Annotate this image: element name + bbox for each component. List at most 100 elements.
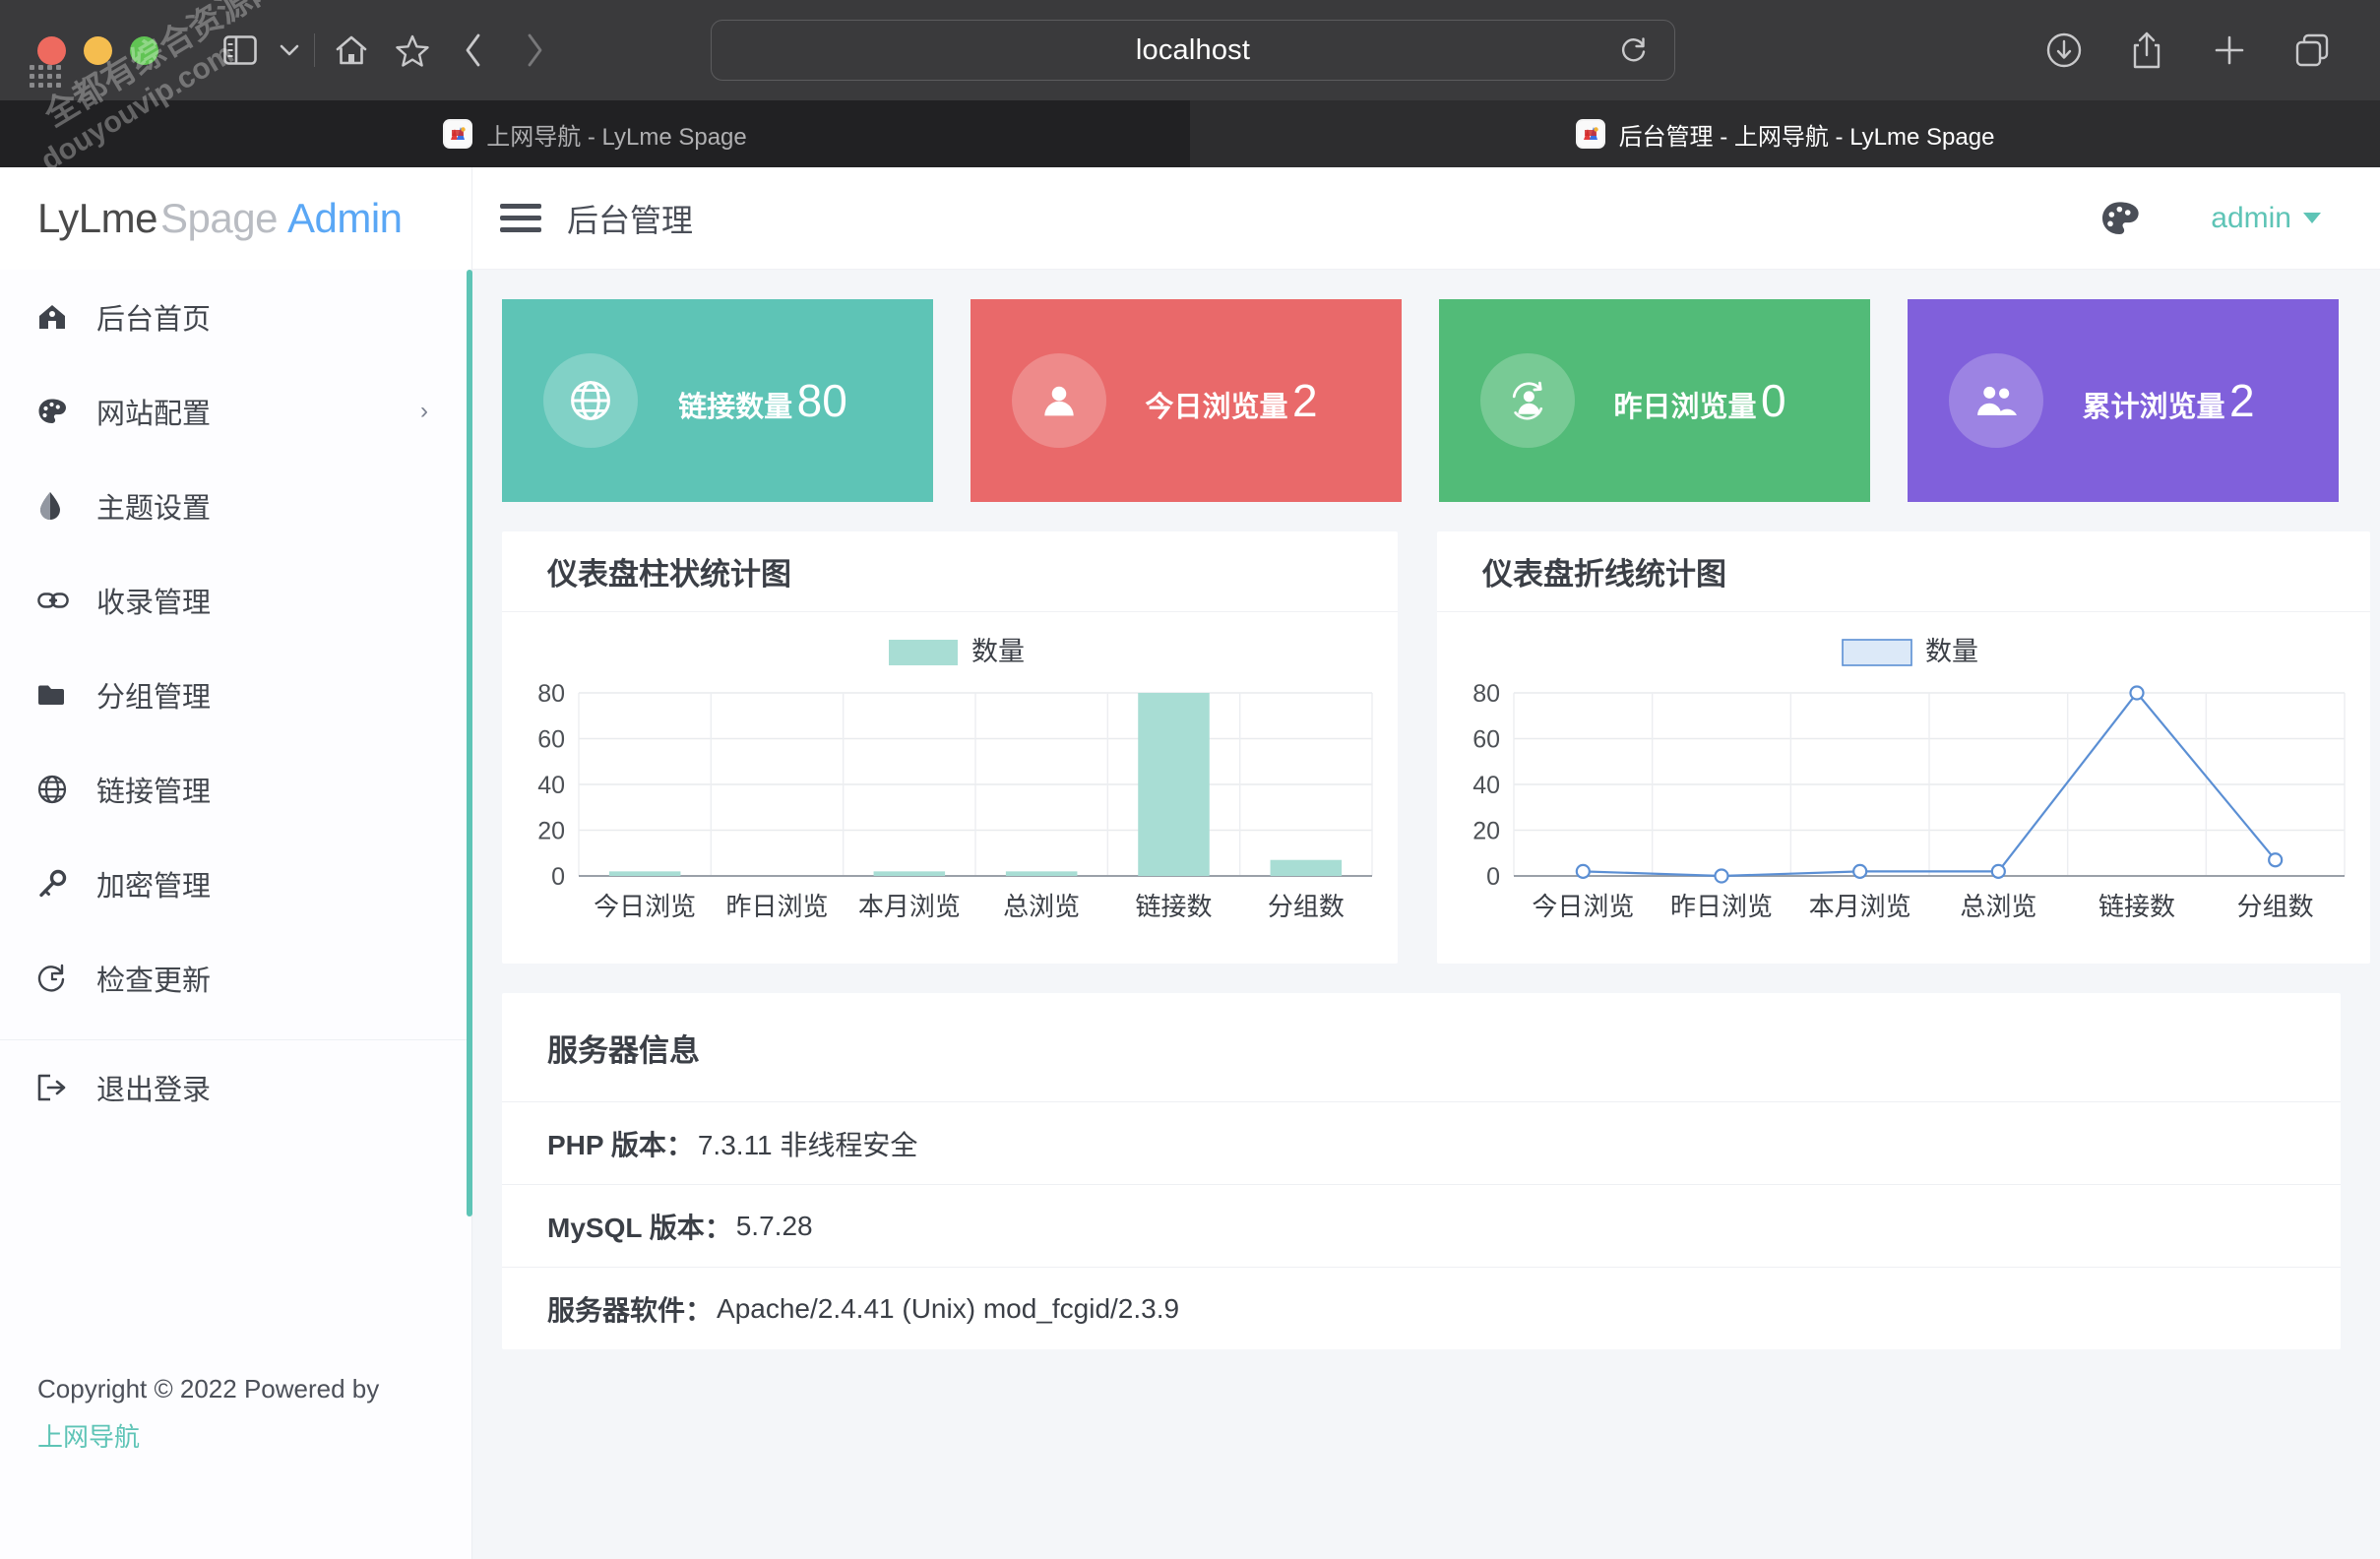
- sidebar-item-encryption[interactable]: 加密管理: [0, 837, 471, 931]
- sidebar-item-logout[interactable]: 退出登录: [0, 1039, 471, 1134]
- svg-text:本月浏览: 本月浏览: [858, 892, 961, 921]
- stat-card-yesterday-views[interactable]: 昨日浏览量 0: [1439, 299, 1870, 502]
- svg-text:20: 20: [537, 818, 565, 845]
- line-chart-svg[interactable]: 数量020406080今日浏览昨日浏览本月浏览总浏览链接数分组数: [1437, 624, 2370, 939]
- stat-card-title: 昨日浏览量: [1613, 392, 1756, 423]
- server-info-label: 服务器软件：: [547, 1289, 713, 1329]
- svg-text:总浏览: 总浏览: [1960, 892, 2036, 921]
- svg-text:今日浏览: 今日浏览: [594, 892, 696, 921]
- svg-text:本月浏览: 本月浏览: [1809, 892, 1911, 921]
- site-favicon-icon: [1576, 119, 1605, 149]
- line-chart-panel: 仪表盘折线统计图 数量020406080今日浏览昨日浏览本月浏览总浏览链接数分组…: [1437, 531, 2370, 964]
- key-icon: [37, 869, 91, 899]
- address-bar-text: localhost: [1136, 34, 1250, 67]
- sidebar-item-label: 后台首页: [96, 296, 211, 338]
- browser-tab-2-title: 后台管理 - 上网导航 - LyLme Spage: [1619, 117, 1995, 152]
- stat-card-value: 0: [1761, 375, 1786, 426]
- minimize-window-button[interactable]: [84, 36, 112, 65]
- svg-text:数量: 数量: [1925, 637, 1978, 666]
- sidebar-footer: Copyright © 2022 Powered by 上网导航: [0, 1369, 472, 1457]
- refresh-clock-icon: [37, 964, 91, 993]
- sidebar-item-site-config[interactable]: 网站配置 ›: [0, 364, 471, 459]
- stat-card-value: 2: [1292, 375, 1318, 426]
- stat-card-today-views[interactable]: 今日浏览量 2: [971, 299, 1402, 502]
- main-area: 后台管理 admin: [472, 167, 2380, 1559]
- stat-card-links[interactable]: 链接数量 80: [502, 299, 933, 502]
- window-controls[interactable]: [37, 36, 158, 65]
- browser-tab-2[interactable]: 后台管理 - 上网导航 - LyLme Spage: [1190, 100, 2380, 167]
- server-info-label: MySQL 版本：: [547, 1207, 732, 1246]
- svg-text:60: 60: [1472, 726, 1500, 754]
- reload-icon[interactable]: [1619, 35, 1649, 65]
- line-chart-body: 数量020406080今日浏览昨日浏览本月浏览总浏览链接数分组数: [1437, 612, 2370, 964]
- server-info-value: 5.7.28: [736, 1211, 813, 1242]
- svg-text:60: 60: [537, 726, 565, 754]
- sidebar-item-dashboard[interactable]: 后台首页: [0, 270, 471, 364]
- sidebar-item-label: 网站配置: [96, 391, 211, 432]
- logo-part-admin: Admin: [287, 195, 403, 242]
- svg-text:总浏览: 总浏览: [1003, 892, 1080, 921]
- sidebar-item-link-management[interactable]: 链接管理: [0, 742, 471, 837]
- app-logo[interactable]: LyLme Spage Admin: [0, 167, 471, 270]
- bar-chart-body: 数量020406080今日浏览昨日浏览本月浏览总浏览链接数分组数: [502, 612, 1398, 964]
- stat-card-total-views[interactable]: 累计浏览量 2: [1908, 299, 2339, 502]
- chart-panel-row: 仪表盘柱状统计图 数量020406080今日浏览昨日浏览本月浏览总浏览链接数分组…: [502, 531, 2339, 964]
- browser-toolbar: localhost: [0, 0, 2380, 100]
- chevron-down-icon[interactable]: [271, 20, 308, 81]
- svg-text:昨日浏览: 昨日浏览: [725, 892, 828, 921]
- share-icon[interactable]: [2124, 28, 2169, 73]
- server-info-row: MySQL 版本： 5.7.28: [502, 1184, 2341, 1267]
- browser-window: localhost: [0, 0, 2380, 1559]
- svg-text:数量: 数量: [971, 637, 1025, 666]
- svg-text:分组数: 分组数: [1268, 892, 1345, 921]
- sidebar-item-group-management[interactable]: 分组管理: [0, 648, 471, 742]
- tab-overview-icon[interactable]: [2289, 28, 2335, 73]
- user-refresh-icon: [1480, 353, 1575, 448]
- address-bar-container[interactable]: localhost: [711, 20, 1675, 81]
- top-bar: 后台管理 admin: [472, 167, 2380, 270]
- sidebar-item-label: 检查更新: [96, 958, 211, 999]
- sidebar-item-label: 收录管理: [96, 580, 211, 621]
- svg-text:今日浏览: 今日浏览: [1532, 892, 1634, 921]
- palette-icon[interactable]: [2100, 200, 2140, 237]
- svg-text:分组数: 分组数: [2237, 892, 2314, 921]
- maximize-window-button[interactable]: [130, 36, 158, 65]
- window-grid-dots-icon: [30, 65, 61, 88]
- site-favicon-icon: [443, 119, 472, 149]
- bar-chart-panel: 仪表盘柱状统计图 数量020406080今日浏览昨日浏览本月浏览总浏览链接数分组…: [502, 531, 1398, 964]
- footer-site-link[interactable]: 上网导航: [37, 1417, 472, 1457]
- line-chart-title: 仪表盘折线统计图: [1437, 531, 2370, 612]
- home-icon: [37, 303, 91, 331]
- stat-card-value: 80: [797, 375, 847, 426]
- star-icon[interactable]: [382, 20, 443, 81]
- forward-icon[interactable]: [504, 20, 565, 81]
- palette-icon: [37, 398, 91, 425]
- link-icon: [37, 590, 91, 611]
- caret-down-icon: [2303, 213, 2321, 223]
- svg-text:链接数: 链接数: [1135, 892, 1212, 921]
- stat-card-title: 链接数量: [678, 392, 792, 423]
- browser-tab-1[interactable]: 上网导航 - LyLme Spage: [0, 100, 1190, 167]
- logo-part-spage: Spage: [160, 195, 278, 242]
- sidebar-item-theme-settings[interactable]: 主题设置: [0, 459, 471, 553]
- server-info-value: Apache/2.4.41 (Unix) mod_fcgid/2.3.9: [717, 1293, 1179, 1325]
- page-content: LyLme Spage Admin 后台首页 网站配置 ›: [0, 167, 2380, 1559]
- close-window-button[interactable]: [37, 36, 66, 65]
- back-icon[interactable]: [443, 20, 504, 81]
- bar-chart-svg[interactable]: 数量020406080今日浏览昨日浏览本月浏览总浏览链接数分组数: [502, 624, 1398, 939]
- sidebar-item-check-update[interactable]: 检查更新: [0, 931, 471, 1026]
- server-info-label: PHP 版本：: [547, 1124, 694, 1163]
- contrast-droplet-icon: [37, 491, 91, 521]
- downloads-icon[interactable]: [2041, 28, 2087, 73]
- sidebar-item-inclusion[interactable]: 收录管理: [0, 553, 471, 648]
- sidebar-icon[interactable]: [210, 20, 271, 81]
- hamburger-icon[interactable]: [500, 204, 541, 232]
- server-info-panel: 服务器信息 PHP 版本： 7.3.11 非线程安全 MySQL 版本： 5.7…: [502, 993, 2341, 1349]
- new-tab-icon[interactable]: [2207, 28, 2252, 73]
- svg-text:20: 20: [1472, 818, 1500, 845]
- user-menu[interactable]: admin: [2211, 202, 2321, 235]
- home-icon[interactable]: [321, 20, 382, 81]
- dashboard-content: 链接数量 80 今日浏览量 2: [472, 270, 2380, 1349]
- svg-text:40: 40: [537, 772, 565, 799]
- address-bar[interactable]: localhost: [711, 20, 1675, 81]
